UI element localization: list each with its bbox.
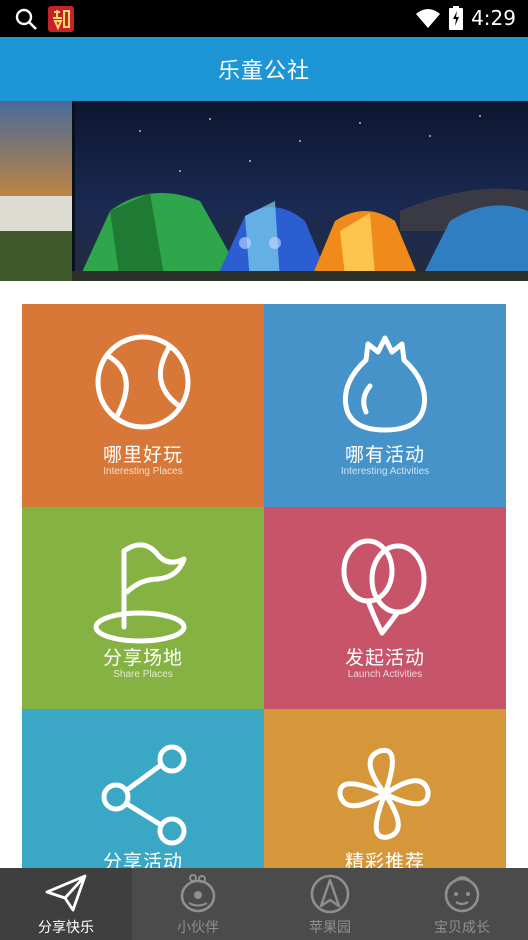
tile-share-activities[interactable]: 分享活动 (22, 709, 264, 868)
tile-title: 哪里好玩 (102, 444, 183, 466)
tab-label: 宝贝成长 (434, 920, 490, 936)
clock-text: 4:29 (471, 6, 516, 30)
tile-title: 分享场地 (102, 647, 183, 669)
clover-icon (337, 747, 431, 840)
tile-interesting-places[interactable]: 哪里好玩 Interesting Places (22, 304, 264, 507)
camping-banner-image[interactable] (0, 101, 528, 281)
paper-plane-icon (45, 874, 87, 912)
tile-title: 哪有活动 (344, 444, 425, 466)
baby-face-icon (444, 876, 480, 913)
tab-share-happiness[interactable]: 分享快乐 (0, 868, 132, 940)
battery-icon (449, 6, 464, 30)
tab-label: 分享快乐 (38, 920, 94, 936)
tile-highlights[interactable]: 精彩推荐 (264, 709, 506, 868)
search-icon[interactable] (14, 7, 38, 31)
tile-subtitle: Launch Activities (347, 669, 423, 680)
share-icon (101, 744, 187, 846)
tile-title: 发起活动 (344, 647, 425, 669)
tile-share-places[interactable]: 分享场地 Share Places (22, 507, 264, 709)
tile-launch-activities[interactable]: 发起活动 Launch Activities (264, 507, 506, 709)
tile-title: 分享活动 (102, 851, 183, 868)
compass-icon (310, 874, 350, 914)
tennis-ball-icon (95, 334, 191, 430)
tile-subtitle: Share Places (113, 669, 173, 680)
tab-friends[interactable]: 小伙伴 (132, 868, 264, 940)
friends-icon (180, 874, 216, 913)
flame-drop-icon (342, 335, 428, 433)
status-bar: 4:29 (0, 0, 528, 37)
tab-baby-growth[interactable]: 宝贝成长 (396, 868, 528, 940)
balloons-icon (341, 538, 427, 636)
app-bar: 乐童公社 (0, 37, 528, 101)
page-title: 乐童公社 (217, 59, 310, 84)
tab-label: 小伙伴 (177, 920, 219, 936)
bottom-tab-bar: 分享快乐 小伙伴 苹果园 宝贝成长 (0, 868, 528, 940)
tile-subtitle: Interesting Places (103, 466, 183, 477)
app-notification-icon (48, 6, 74, 32)
tab-apple-orchard[interactable]: 苹果园 (264, 868, 396, 940)
tile-interesting-activities[interactable]: 哪有活动 Interesting Activities (264, 304, 506, 507)
flag-icon (93, 542, 187, 644)
wifi-icon (416, 9, 441, 28)
tile-title: 精彩推荐 (344, 851, 425, 868)
tab-label: 苹果园 (309, 920, 351, 936)
feature-grid: 哪里好玩 Interesting Places 哪有活动 Interesting… (22, 304, 506, 868)
tile-subtitle: Interesting Activities (340, 466, 430, 477)
